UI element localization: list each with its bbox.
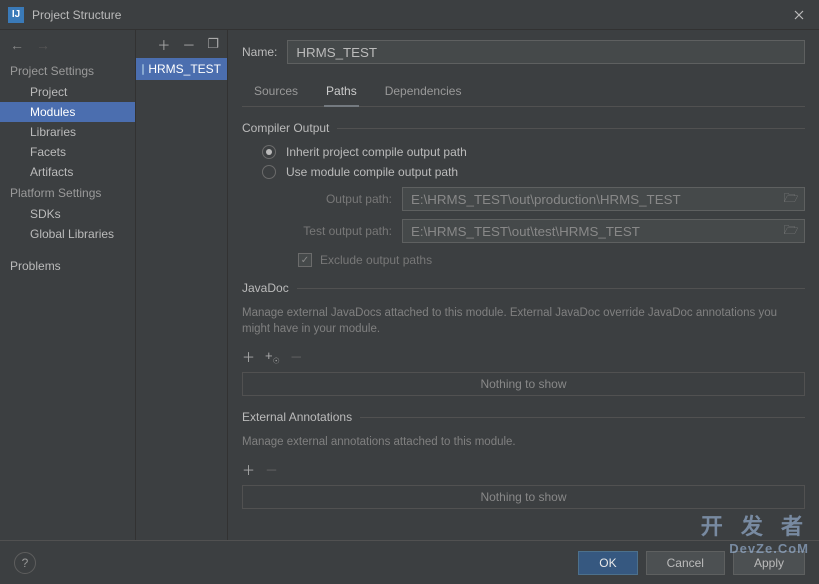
ext-add-icon[interactable]: ＋ bbox=[242, 460, 255, 479]
radio-inherit-row[interactable]: Inherit project compile output path bbox=[262, 145, 805, 159]
sidebar-item-project[interactable]: Project bbox=[0, 82, 135, 102]
sidebar-item-libraries[interactable]: Libraries bbox=[0, 122, 135, 142]
group-compiler-label: Compiler Output bbox=[242, 121, 329, 135]
divider bbox=[360, 417, 805, 418]
titlebar: IJ Project Structure bbox=[0, 0, 819, 30]
module-list-panel: ＋ － ❐ HRMS_TEST bbox=[136, 30, 228, 550]
tab-paths[interactable]: Paths bbox=[324, 78, 359, 106]
group-compiler-output: Compiler Output bbox=[242, 121, 805, 135]
test-output-path-label: Test output path: bbox=[262, 224, 402, 238]
module-toolbar: ＋ － ❐ bbox=[136, 30, 227, 58]
group-external-annotations: External Annotations bbox=[242, 410, 805, 424]
tab-dependencies[interactable]: Dependencies bbox=[383, 78, 464, 106]
sidebar-item-facets[interactable]: Facets bbox=[0, 142, 135, 162]
module-tabs: Sources Paths Dependencies bbox=[242, 78, 805, 107]
module-name-input[interactable] bbox=[287, 40, 805, 64]
sidebar: ← → Project Settings Project Modules Lib… bbox=[0, 30, 136, 550]
name-label: Name: bbox=[242, 45, 277, 59]
nav-forward-icon[interactable]: → bbox=[36, 37, 50, 53]
section-project-settings: Project Settings bbox=[0, 60, 135, 82]
ext-toolbar: ＋ － bbox=[242, 456, 805, 483]
sidebar-item-problems[interactable]: Problems bbox=[0, 256, 135, 276]
sidebar-item-artifacts[interactable]: Artifacts bbox=[0, 162, 135, 182]
javadoc-remove-icon[interactable]: － bbox=[290, 347, 303, 366]
folder-open-icon: 🗁 bbox=[784, 221, 799, 242]
section-platform-settings: Platform Settings bbox=[0, 182, 135, 204]
sidebar-item-modules[interactable]: Modules bbox=[0, 102, 135, 122]
javadoc-add-icon[interactable]: ＋ bbox=[242, 347, 255, 366]
nav-toolbar: ← → bbox=[0, 30, 135, 60]
radio-inherit[interactable] bbox=[262, 145, 276, 159]
copy-module-icon[interactable]: ❐ bbox=[207, 36, 219, 52]
ext-description: Manage external annotations attached to … bbox=[242, 434, 805, 450]
radio-inherit-label: Inherit project compile output path bbox=[286, 145, 467, 159]
ext-remove-icon[interactable]: － bbox=[265, 460, 278, 479]
apply-button[interactable]: Apply bbox=[733, 551, 805, 575]
tab-sources[interactable]: Sources bbox=[252, 78, 300, 106]
ok-button[interactable]: OK bbox=[578, 551, 637, 575]
folder-open-icon: 🗁 bbox=[784, 189, 799, 210]
output-path-input[interactable] bbox=[403, 188, 778, 210]
divider bbox=[337, 128, 805, 129]
javadoc-add-url-icon[interactable]: +☉ bbox=[265, 348, 280, 366]
radio-module[interactable] bbox=[262, 165, 276, 179]
output-browse-button[interactable]: 🗁 bbox=[778, 188, 804, 210]
sidebar-item-global-libraries[interactable]: Global Libraries bbox=[0, 224, 135, 244]
module-item-hrms-test[interactable]: HRMS_TEST bbox=[136, 58, 227, 80]
nav-back-icon[interactable]: ← bbox=[10, 37, 24, 53]
group-javadoc-label: JavaDoc bbox=[242, 281, 289, 295]
add-module-icon[interactable]: ＋ bbox=[157, 35, 170, 54]
exclude-checkbox-label: Exclude output paths bbox=[320, 253, 432, 267]
module-item-label: HRMS_TEST bbox=[148, 62, 221, 76]
test-output-browse-button[interactable]: 🗁 bbox=[778, 220, 804, 242]
close-icon bbox=[794, 10, 804, 20]
main-panel: Name: Sources Paths Dependencies Compile… bbox=[228, 30, 819, 550]
folder-icon bbox=[142, 64, 144, 75]
remove-module-icon[interactable]: － bbox=[182, 35, 195, 54]
radio-module-label: Use module compile output path bbox=[286, 165, 458, 179]
divider bbox=[297, 288, 805, 289]
group-ext-label: External Annotations bbox=[242, 410, 352, 424]
group-javadoc: JavaDoc bbox=[242, 281, 805, 295]
javadoc-toolbar: ＋ +☉ － bbox=[242, 343, 805, 370]
javadoc-description: Manage external JavaDocs attached to thi… bbox=[242, 305, 805, 337]
window-title: Project Structure bbox=[32, 8, 779, 22]
close-button[interactable] bbox=[779, 0, 819, 30]
javadoc-empty-list: Nothing to show bbox=[242, 372, 805, 396]
radio-module-row[interactable]: Use module compile output path bbox=[262, 165, 805, 179]
help-button[interactable]: ? bbox=[14, 552, 36, 574]
output-path-label: Output path: bbox=[262, 192, 402, 206]
test-output-path-input[interactable] bbox=[403, 220, 778, 242]
cancel-button[interactable]: Cancel bbox=[646, 551, 725, 575]
ext-empty-list: Nothing to show bbox=[242, 485, 805, 509]
dialog-footer: ? OK Cancel Apply bbox=[0, 540, 819, 584]
exclude-checkbox[interactable]: ✓ bbox=[298, 253, 312, 267]
app-icon: IJ bbox=[8, 7, 24, 23]
sidebar-item-sdks[interactable]: SDKs bbox=[0, 204, 135, 224]
